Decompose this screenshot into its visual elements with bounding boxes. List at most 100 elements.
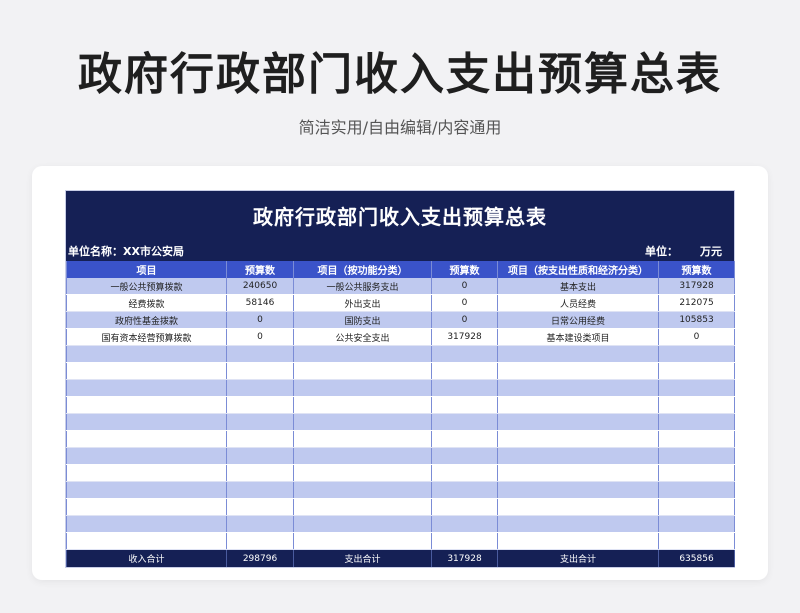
table-cell[interactable]: 人员经费	[497, 294, 659, 312]
table-cell[interactable]	[658, 447, 735, 465]
table-cell[interactable]	[497, 396, 659, 414]
table-cell[interactable]	[226, 515, 294, 533]
table-cell[interactable]: 一般公共预算拨款	[66, 278, 227, 295]
table-cell[interactable]	[431, 379, 498, 397]
table-cell[interactable]: 58146	[226, 294, 294, 312]
table-cell[interactable]	[431, 498, 498, 516]
table-cell[interactable]	[431, 515, 498, 533]
column-header[interactable]: 项目	[66, 261, 227, 278]
table-cell[interactable]	[293, 379, 432, 397]
table-cell[interactable]	[497, 413, 659, 431]
table-cell[interactable]	[293, 447, 432, 465]
table-cell[interactable]: 317928	[431, 328, 498, 346]
table-cell[interactable]	[658, 532, 735, 550]
unit-value[interactable]: 万元	[700, 243, 722, 261]
table-cell[interactable]	[293, 345, 432, 363]
table-cell[interactable]	[66, 515, 227, 533]
table-cell[interactable]	[658, 498, 735, 516]
column-header[interactable]: 预算数	[431, 261, 498, 278]
table-cell[interactable]	[497, 379, 659, 397]
table-cell[interactable]	[497, 464, 659, 482]
table-cell[interactable]: 0	[226, 328, 294, 346]
table-cell[interactable]	[226, 447, 294, 465]
table-cell[interactable]	[293, 481, 432, 499]
table-cell[interactable]	[431, 362, 498, 380]
table-cell[interactable]: 经费拨款	[66, 294, 227, 312]
table-cell[interactable]	[66, 447, 227, 465]
table-cell[interactable]	[66, 481, 227, 499]
table-cell[interactable]: 日常公用经费	[497, 311, 659, 329]
column-header[interactable]: 预算数	[226, 261, 294, 278]
table-cell[interactable]: 国有资本经营预算拨款	[66, 328, 227, 346]
table-cell[interactable]	[293, 515, 432, 533]
table-cell[interactable]	[658, 379, 735, 397]
table-cell[interactable]	[431, 345, 498, 363]
table-cell[interactable]	[658, 430, 735, 448]
table-cell[interactable]	[497, 498, 659, 516]
table-cell[interactable]: 105853	[658, 311, 735, 329]
table-cell[interactable]	[658, 464, 735, 482]
table-cell[interactable]: 公共安全支出	[293, 328, 432, 346]
total-cell[interactable]: 317928	[431, 549, 498, 567]
table-cell[interactable]	[226, 498, 294, 516]
unit-name-value[interactable]: XX市公安局	[123, 245, 184, 258]
table-cell[interactable]	[293, 396, 432, 414]
table-cell[interactable]	[66, 413, 227, 431]
table-cell[interactable]: 0	[431, 278, 498, 295]
table-cell[interactable]: 外出支出	[293, 294, 432, 312]
table-cell[interactable]: 基本支出	[497, 278, 659, 295]
table-cell[interactable]	[431, 396, 498, 414]
table-cell[interactable]	[66, 396, 227, 414]
table-cell[interactable]	[431, 430, 498, 448]
table-cell[interactable]	[66, 498, 227, 516]
table-cell[interactable]	[293, 532, 432, 550]
table-cell[interactable]	[658, 413, 735, 431]
table-cell[interactable]	[226, 379, 294, 397]
table-cell[interactable]	[658, 345, 735, 363]
table-cell[interactable]	[293, 464, 432, 482]
table-cell[interactable]	[497, 447, 659, 465]
table-cell[interactable]	[497, 532, 659, 550]
table-cell[interactable]	[497, 430, 659, 448]
table-cell[interactable]: 0	[226, 311, 294, 329]
table-cell[interactable]: 政府性基金拨款	[66, 311, 227, 329]
table-cell[interactable]	[658, 515, 735, 533]
table-cell[interactable]	[497, 515, 659, 533]
table-cell[interactable]	[293, 498, 432, 516]
column-header[interactable]: 预算数	[658, 261, 735, 278]
table-cell[interactable]	[66, 430, 227, 448]
table-cell[interactable]	[431, 532, 498, 550]
table-cell[interactable]: 基本建设类项目	[497, 328, 659, 346]
table-cell[interactable]: 0	[431, 311, 498, 329]
table-cell[interactable]	[226, 396, 294, 414]
table-cell[interactable]	[226, 413, 294, 431]
column-header[interactable]: 项目（按支出性质和经济分类）	[497, 261, 659, 278]
table-cell[interactable]: 0	[431, 294, 498, 312]
table-cell[interactable]	[226, 362, 294, 380]
total-cell[interactable]: 支出合计	[293, 549, 432, 567]
table-cell[interactable]	[431, 447, 498, 465]
table-cell[interactable]	[293, 362, 432, 380]
table-cell[interactable]: 240650	[226, 278, 294, 295]
table-cell[interactable]	[226, 532, 294, 550]
table-cell[interactable]	[497, 345, 659, 363]
table-cell[interactable]	[226, 481, 294, 499]
table-cell[interactable]: 一般公共服务支出	[293, 278, 432, 295]
total-cell[interactable]: 支出合计	[497, 549, 659, 567]
total-cell[interactable]: 收入合计	[66, 549, 227, 567]
table-cell[interactable]	[431, 413, 498, 431]
table-cell[interactable]	[293, 430, 432, 448]
total-cell[interactable]: 635856	[658, 549, 735, 567]
table-cell[interactable]	[497, 481, 659, 499]
table-cell[interactable]: 0	[658, 328, 735, 346]
table-cell[interactable]	[66, 345, 227, 363]
table-cell[interactable]	[226, 464, 294, 482]
table-cell[interactable]: 国防支出	[293, 311, 432, 329]
table-cell[interactable]	[226, 345, 294, 363]
table-cell[interactable]	[66, 379, 227, 397]
table-cell[interactable]	[431, 464, 498, 482]
table-cell[interactable]: 317928	[658, 278, 735, 295]
table-cell[interactable]	[293, 413, 432, 431]
table-cell[interactable]	[497, 362, 659, 380]
table-cell[interactable]	[658, 396, 735, 414]
